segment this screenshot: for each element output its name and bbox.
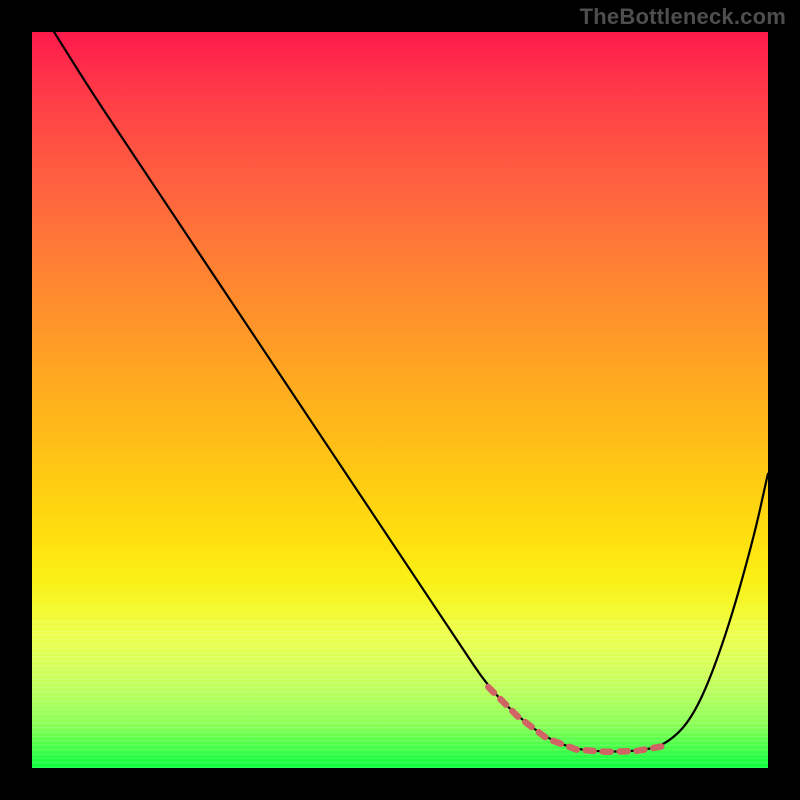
watermark-text: TheBottleneck.com: [580, 4, 786, 30]
flat-region-highlight: [488, 687, 665, 752]
chart-frame: TheBottleneck.com: [0, 0, 800, 800]
plot-area: [32, 32, 768, 768]
bottleneck-curve: [54, 32, 768, 752]
curve-layer: [32, 32, 768, 768]
